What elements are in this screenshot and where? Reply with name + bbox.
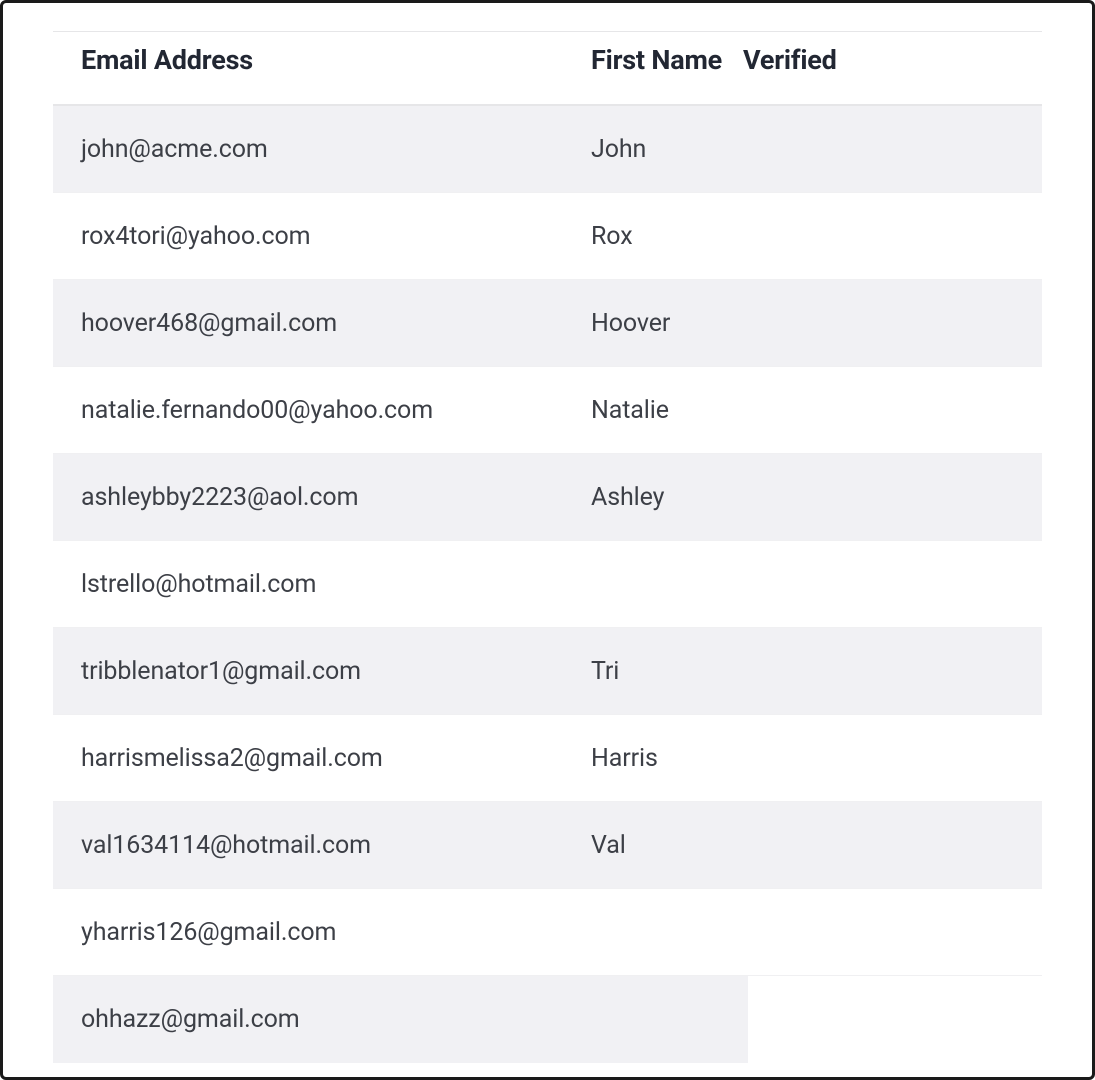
table-row[interactable]: rox4tori@yahoo.com Rox [53,193,1042,280]
cell-email: rox4tori@yahoo.com [81,222,591,251]
cell-first-name: Hoover [591,309,743,338]
table-header-row: Email Address First Name Verified [53,31,1042,106]
table-row[interactable]: john@acme.com John [53,106,1042,193]
cell-first-name: Ashley [591,483,743,512]
cell-first-name: Val [591,831,743,860]
table-row[interactable]: harrismelissa2@gmail.com Harris [53,715,1042,802]
cell-email: val1634114@hotmail.com [81,831,591,860]
cell-first-name: Harris [591,744,743,773]
column-header-email[interactable]: Email Address [81,44,591,76]
contacts-table: Email Address First Name Verified john@a… [53,31,1042,1063]
table-body: john@acme.com John rox4tori@yahoo.com Ro… [53,106,1042,1063]
table-row[interactable]: ohhazz@gmail.com [53,976,748,1063]
table-row[interactable]: hoover468@gmail.com Hoover [53,280,1042,367]
cell-email: lstrello@hotmail.com [81,570,591,599]
table-row[interactable]: ashleybby2223@aol.com Ashley [53,454,1042,541]
cell-email: ohhazz@gmail.com [81,1005,591,1034]
table-container: Email Address First Name Verified john@a… [3,3,1092,1073]
table-row[interactable]: tribblenator1@gmail.com Tri [53,628,1042,715]
column-header-verified[interactable]: Verified [743,44,873,76]
cell-first-name: Natalie [591,396,743,425]
cell-email: ashleybby2223@aol.com [81,483,591,512]
cell-email: tribblenator1@gmail.com [81,657,591,686]
cell-email: natalie.fernando00@yahoo.com [81,396,591,425]
cell-email: harrismelissa2@gmail.com [81,744,591,773]
cell-email: hoover468@gmail.com [81,309,591,338]
cell-email: yharris126@gmail.com [81,918,591,947]
table-row[interactable]: natalie.fernando00@yahoo.com Natalie [53,367,1042,454]
table-row[interactable]: yharris126@gmail.com [53,889,1042,976]
cell-first-name: Tri [591,657,743,686]
cell-first-name: Rox [591,222,743,251]
cell-email: john@acme.com [81,135,591,164]
table-row[interactable]: val1634114@hotmail.com Val [53,802,1042,889]
cell-first-name: John [591,135,743,164]
table-row[interactable]: lstrello@hotmail.com [53,541,1042,628]
column-header-first-name[interactable]: First Name [591,44,743,76]
